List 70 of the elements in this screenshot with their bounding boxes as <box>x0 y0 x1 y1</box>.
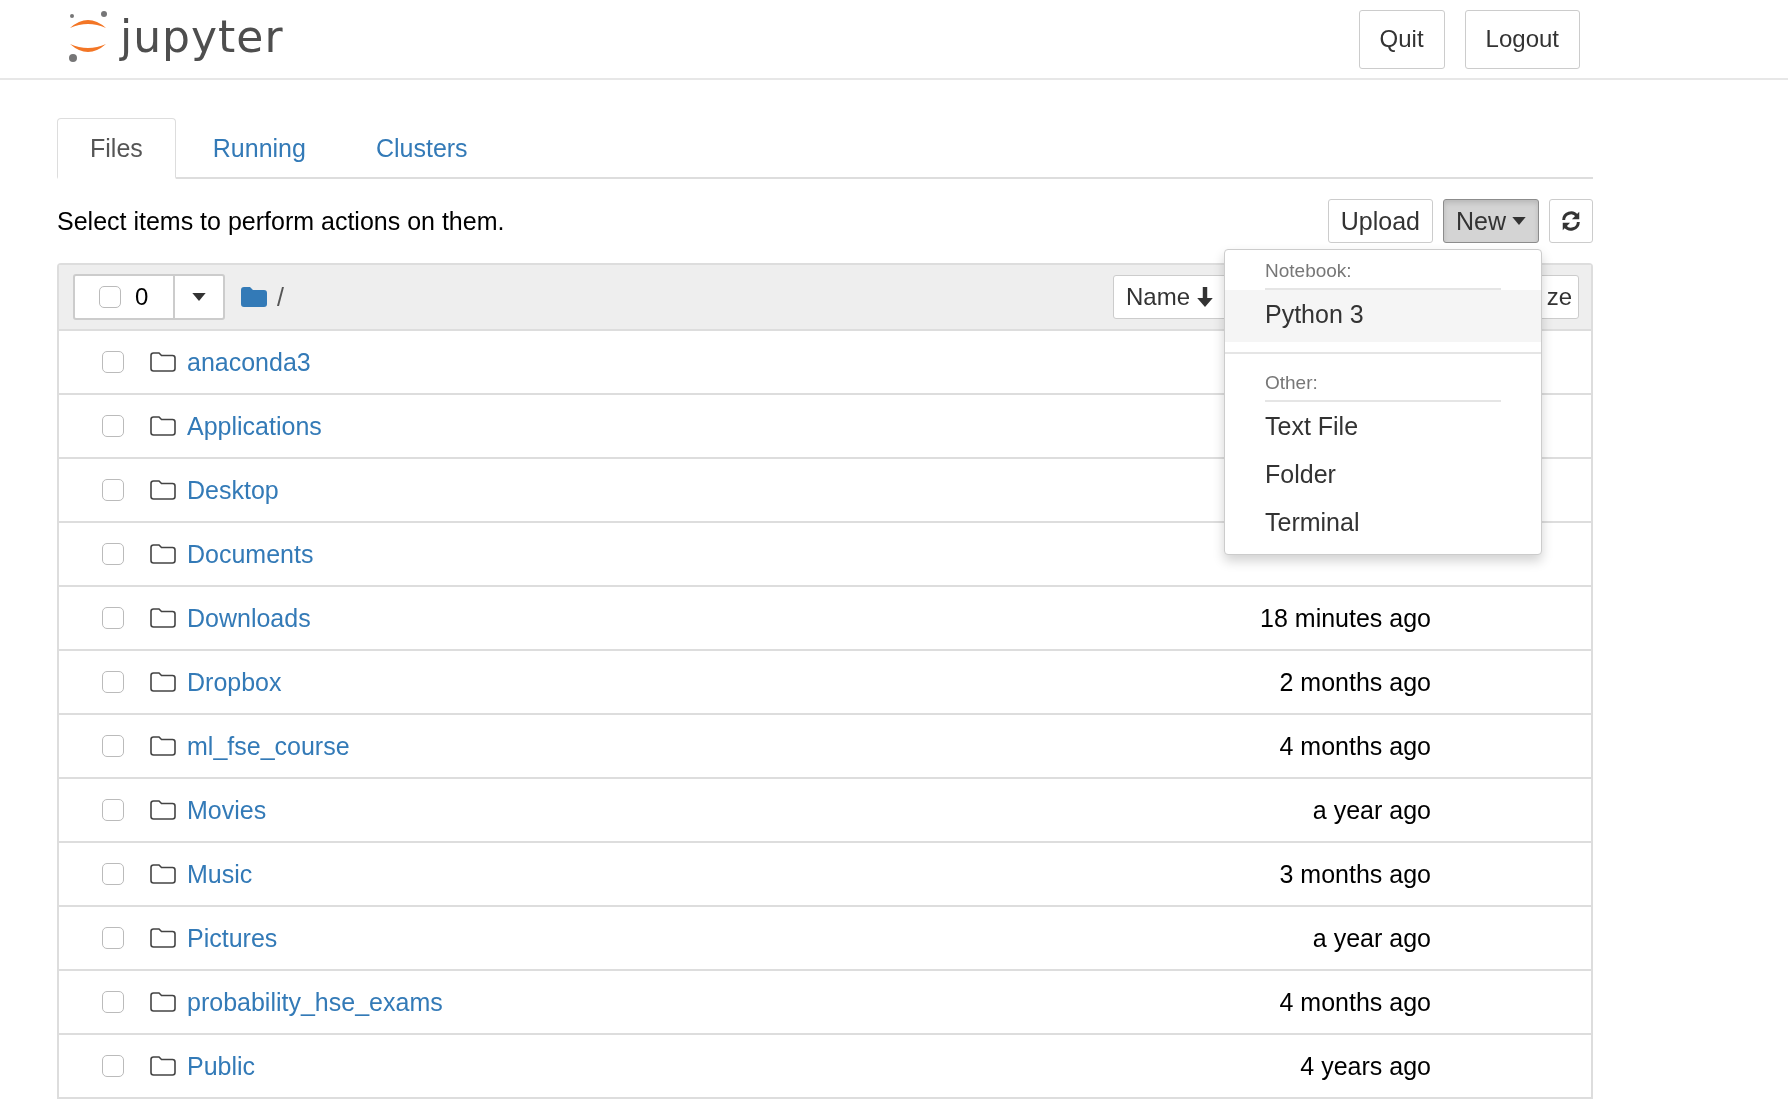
row-checkbox[interactable] <box>102 543 124 565</box>
tab[interactable]: Running <box>175 118 339 179</box>
folder-link[interactable]: Music <box>187 859 253 889</box>
modified-time: 3 months ago <box>1279 859 1431 889</box>
modified-time: a year ago <box>1312 923 1431 953</box>
down-arrow-icon <box>1196 287 1214 307</box>
path-link[interactable]: / <box>277 282 284 312</box>
folder-icon <box>150 416 176 436</box>
folder-icon <box>150 992 176 1012</box>
upload-button[interactable]: Upload <box>1327 199 1433 243</box>
folder-link[interactable]: Desktop <box>187 475 279 505</box>
modified-time: a year ago <box>1312 795 1431 825</box>
menu-item[interactable]: Python 3 <box>1225 290 1541 342</box>
folder-link[interactable]: Dropbox <box>187 667 282 697</box>
logout-button[interactable]: Logout <box>1464 9 1580 69</box>
menu-section-heading: Other: <box>1265 368 1501 402</box>
refresh-icon <box>1560 210 1582 232</box>
tab[interactable]: Files <box>57 118 176 179</box>
modified-time: 18 minutes ago <box>1260 603 1431 633</box>
folder-icon <box>150 352 176 372</box>
modified-time: 4 months ago <box>1279 987 1431 1017</box>
logo-icon <box>66 8 110 64</box>
row-checkbox[interactable] <box>102 671 124 693</box>
new-button[interactable]: New <box>1443 199 1539 243</box>
modified-time: 4 years ago <box>1300 1051 1431 1081</box>
row-checkbox[interactable] <box>102 479 124 501</box>
modified-time: 2 months ago <box>1279 667 1431 697</box>
row-checkbox[interactable] <box>102 863 124 885</box>
quit-button[interactable]: Quit <box>1358 9 1445 69</box>
caret-icon <box>1512 217 1526 225</box>
menu-item[interactable]: Terminal <box>1225 498 1541 546</box>
row-checkbox[interactable] <box>102 735 124 757</box>
menu-item[interactable]: Folder <box>1225 450 1541 498</box>
select-all-checkbox[interactable] <box>99 286 121 308</box>
row-checkbox[interactable] <box>102 991 124 1013</box>
folder-icon <box>150 672 176 692</box>
row-checkbox[interactable] <box>102 607 124 629</box>
selected-count: 0 <box>135 283 150 311</box>
folder-icon <box>150 480 176 500</box>
folder-icon <box>150 544 176 564</box>
folder-link[interactable]: Public <box>187 1051 256 1081</box>
folder-icon <box>150 864 176 884</box>
row-checkbox[interactable] <box>102 799 124 821</box>
folder-icon <box>150 736 176 756</box>
folder-link[interactable]: Documents <box>187 539 314 569</box>
folder-link[interactable]: Pictures <box>187 923 278 953</box>
folder-link[interactable]: probability_hse_exams <box>187 987 443 1017</box>
refresh-button[interactable] <box>1549 199 1593 243</box>
instruction-text: Select items to perform actions on them. <box>57 206 505 236</box>
row-checkbox[interactable] <box>102 1055 124 1077</box>
folder-icon <box>150 928 176 948</box>
menu-item[interactable]: Text File <box>1225 402 1541 450</box>
folder-link[interactable]: Movies <box>187 795 267 825</box>
folder-icon <box>150 800 176 820</box>
folder-icon <box>150 1056 176 1076</box>
sort-by-name-button[interactable]: Name <box>1112 275 1227 319</box>
folder-icon <box>150 608 176 628</box>
row-checkbox[interactable] <box>102 927 124 949</box>
folder-link[interactable]: Applications <box>187 411 322 441</box>
row-checkbox[interactable] <box>102 415 124 437</box>
modified-time: 4 months ago <box>1279 731 1431 761</box>
caret-icon <box>192 293 206 301</box>
select-all-control[interactable]: 0 <box>73 274 225 320</box>
row-checkbox[interactable] <box>102 351 124 373</box>
folder-link[interactable]: anaconda3 <box>187 347 311 377</box>
folder-link[interactable]: Downloads <box>187 603 311 633</box>
folder-icon <box>241 287 267 307</box>
folder-link[interactable]: ml_fse_course <box>187 731 350 761</box>
tab[interactable]: Clusters <box>338 118 501 179</box>
logo-text: jupyter <box>120 10 284 62</box>
